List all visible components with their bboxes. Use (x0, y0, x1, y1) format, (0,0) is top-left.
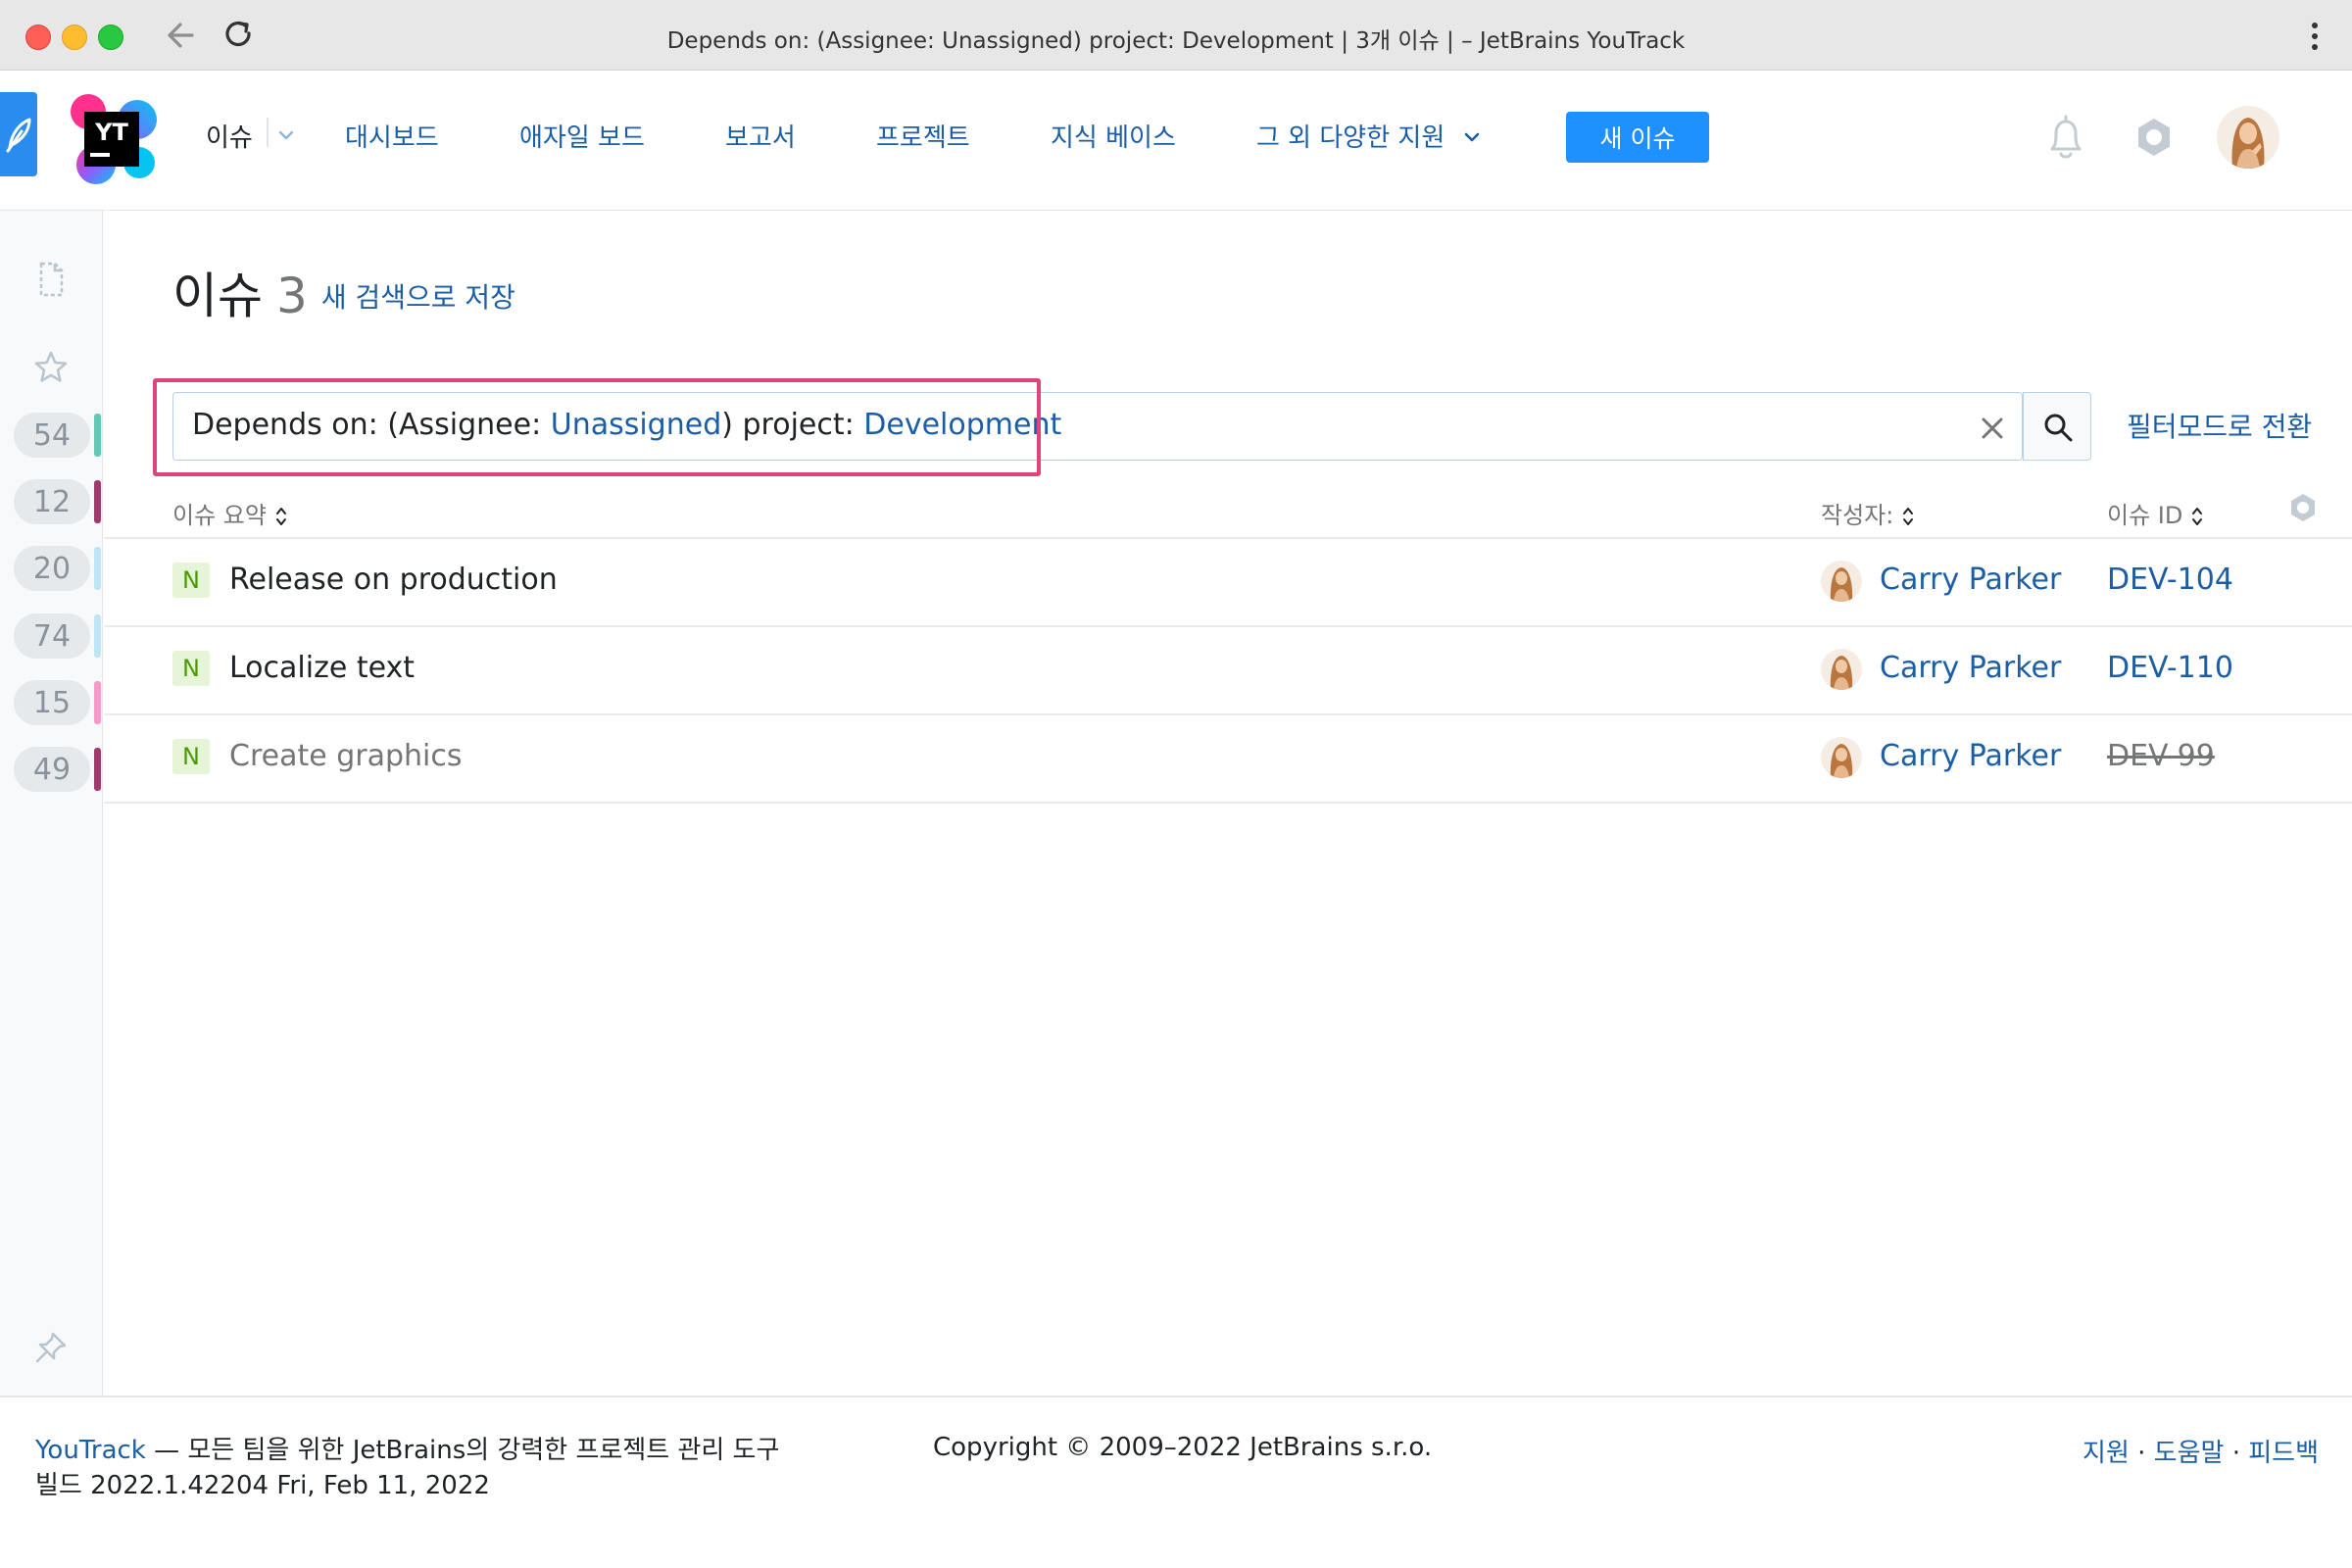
nav-divider (267, 118, 269, 147)
nav-projects[interactable]: 프로젝트 (876, 118, 970, 154)
column-header-issue-id[interactable]: 이슈 ID (2107, 496, 2204, 530)
column-header-summary[interactable]: 이슈 요약 (172, 496, 288, 530)
user-avatar[interactable] (2217, 106, 2279, 169)
saved-search-counter[interactable]: 15 (14, 680, 90, 725)
saved-search-counter[interactable]: 20 (14, 546, 90, 591)
search-query-text[interactable]: Depends on: (Assignee: Unassigned) proje… (192, 408, 1061, 442)
issue-id-link[interactable]: DEV-110 (2107, 651, 2233, 685)
feedback-link[interactable]: 피드백 (2248, 1439, 2319, 1468)
saved-search-counter[interactable]: 54 (14, 413, 90, 458)
table-settings-gear-icon[interactable] (2287, 492, 2319, 523)
reload-icon[interactable] (220, 14, 259, 57)
query-project-value: Development (863, 408, 1062, 442)
nav-issues[interactable]: 이슈 (206, 118, 253, 154)
drafts-icon[interactable] (31, 260, 71, 299)
nav-dashboards[interactable]: 대시보드 (345, 118, 439, 154)
table-divider (104, 802, 2352, 804)
new-issue-button[interactable]: 새 이슈 (1566, 112, 1709, 163)
query-text-part: ) project: (721, 408, 864, 442)
reporter-avatar (1821, 737, 1862, 778)
starred-star-icon[interactable] (31, 348, 71, 387)
search-icon (2044, 414, 2073, 442)
column-header-label: 작성자: (1821, 502, 1894, 529)
table-row[interactable]: N Create graphics Carry Parker DEV-99 (104, 715, 2352, 802)
issue-summary-link[interactable]: Create graphics (229, 739, 463, 773)
minimize-window-button[interactable] (62, 24, 87, 50)
issue-id-link[interactable]: DEV-99 (2107, 739, 2215, 773)
clear-search-close-icon[interactable] (1976, 412, 2009, 445)
youtrack-logo[interactable]: YT (67, 94, 157, 184)
build-info: 빌드 2022.1.42204 Fri, Feb 11, 2022 (35, 1471, 490, 1500)
search-button[interactable] (2023, 392, 2091, 461)
issue-summary-link[interactable]: Release on production (229, 563, 558, 597)
help-link[interactable]: 도움말 (2154, 1439, 2225, 1468)
table-row[interactable]: N Release on production Carry Parker DEV… (104, 539, 2352, 625)
nav-agile-boards[interactable]: 애자일 보드 (519, 118, 645, 154)
reporter-avatar (1821, 649, 1862, 690)
state-badge: N (172, 739, 210, 774)
pin-icon[interactable] (31, 1328, 71, 1367)
nav-more[interactable]: 그 외 다양한 지원 (1256, 118, 1445, 154)
reporter-link[interactable]: Carry Parker (1880, 563, 2061, 597)
state-badge: N (172, 563, 210, 598)
window-title: Depends on: (Assignee: Unassigned) proje… (666, 28, 1686, 54)
page-title: 이슈 (172, 268, 263, 324)
left-sidebar: 54 12 20 74 15 49 (0, 211, 103, 1396)
switch-to-filter-mode-link[interactable]: 필터모드로 전환 (2127, 406, 2312, 445)
zoom-window-button[interactable] (98, 24, 123, 50)
query-text-part: Depends on: (Assignee: (192, 408, 551, 442)
page-title-row: 이슈 3 새 검색으로 저장 (172, 257, 515, 327)
close-window-button[interactable] (25, 24, 51, 50)
state-badge: N (172, 651, 210, 686)
table-row[interactable]: N Localize text Carry Parker DEV-110 (104, 627, 2352, 713)
saved-search-color-bar (94, 748, 101, 791)
footer-about: YouTrack — 모든 팀을 위한 JetBrains의 강력한 프로젝트 … (35, 1433, 779, 1503)
query-assignee-value: Unassigned (550, 408, 722, 442)
youtrack-link[interactable]: YouTrack (35, 1436, 146, 1465)
nav-knowledge-base[interactable]: 지식 베이스 (1051, 118, 1176, 154)
saved-search-color-bar (94, 414, 101, 457)
saved-search-color-bar (94, 547, 101, 590)
column-header-reporter[interactable]: 작성자: (1821, 496, 1915, 530)
saved-search-color-bar (94, 480, 101, 523)
browser-menu-icon[interactable] (2305, 20, 2325, 53)
notifications-bell-icon[interactable] (2044, 114, 2087, 163)
app-header: YT 이슈 대시보드 애자일 보드 보고서 프로젝트 지식 베이스 그 외 다양… (0, 71, 2352, 211)
reporter-link[interactable]: Carry Parker (1880, 651, 2061, 685)
saved-search-color-bar (94, 614, 101, 658)
settings-gear-icon[interactable] (2132, 116, 2176, 159)
footer-links: 지원 · 도움말 · 피드백 (2082, 1433, 2319, 1469)
browser-titlebar: Depends on: (Assignee: Unassigned) proje… (0, 0, 2352, 71)
footer-link-separator: · (2129, 1439, 2154, 1468)
support-link[interactable]: 지원 (2082, 1439, 2130, 1468)
saved-search-counter[interactable]: 49 (14, 747, 90, 792)
copyright: Copyright © 2009–2022 JetBrains s.r.o. (933, 1433, 1433, 1462)
feather-tab-button[interactable] (0, 92, 37, 176)
footer-link-separator: · (2224, 1439, 2249, 1468)
reporter-link[interactable]: Carry Parker (1880, 739, 2061, 773)
svg-text:YT: YT (94, 119, 128, 146)
footer-divider (0, 1396, 2352, 1397)
sort-icon (1903, 508, 1914, 525)
footer-tagline: — 모든 팀을 위한 JetBrains의 강력한 프로젝트 관리 도구 (145, 1436, 780, 1465)
sort-icon (2192, 508, 2203, 525)
issues-dropdown-chevron-icon[interactable] (276, 125, 296, 145)
issue-summary-link[interactable]: Localize text (229, 651, 415, 685)
column-header-label: 이슈 ID (2107, 502, 2183, 529)
reporter-avatar (1821, 561, 1862, 602)
column-header-label: 이슈 요약 (172, 502, 267, 529)
saved-search-color-bar (94, 681, 101, 724)
more-chevron-down-icon[interactable] (1462, 127, 1482, 147)
back-arrow-icon[interactable] (163, 14, 202, 57)
nav-reports[interactable]: 보고서 (725, 118, 796, 154)
saved-search-counter[interactable]: 74 (14, 613, 90, 659)
save-as-new-search-link[interactable]: 새 검색으로 저장 (321, 281, 515, 314)
feather-icon (6, 118, 31, 153)
sort-icon (275, 508, 286, 525)
issue-count: 3 (276, 268, 308, 324)
issue-id-link[interactable]: DEV-104 (2107, 563, 2233, 597)
saved-search-counter[interactable]: 12 (14, 479, 90, 524)
